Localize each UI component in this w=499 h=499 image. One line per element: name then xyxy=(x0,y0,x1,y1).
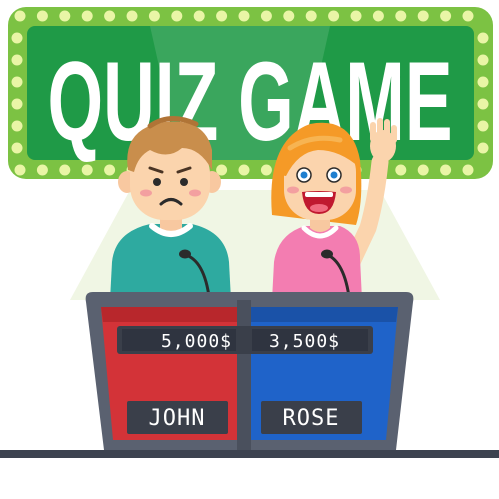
marquee-bulb xyxy=(36,164,48,176)
rose-tongue xyxy=(310,204,328,212)
marquee-bulb xyxy=(81,10,93,22)
marquee-bulb xyxy=(328,10,340,22)
marquee-bulb xyxy=(216,10,228,22)
marquee-bulb xyxy=(11,120,23,132)
marquee-bulb xyxy=(477,98,489,110)
marquee-bulb xyxy=(104,10,116,22)
john-eye-right xyxy=(180,178,188,186)
quiz-game-scene: QUIZ GAME 5,000$ 3,500$ JOHN ROSE xyxy=(0,7,499,458)
marquee-bulb xyxy=(260,10,272,22)
john-score: 5,000$ xyxy=(161,331,232,352)
marquee-bulb xyxy=(148,10,160,22)
marquee-bulb xyxy=(193,10,205,22)
rose-cheek-left xyxy=(287,186,299,194)
marquee-bulb xyxy=(372,10,384,22)
rose-teeth xyxy=(305,192,333,197)
john-cheek-right xyxy=(189,189,201,197)
marquee-bulb xyxy=(417,10,429,22)
john-eye-left xyxy=(153,178,161,186)
marquee-bulb xyxy=(104,164,116,176)
marquee-bulb xyxy=(462,164,474,176)
rose-score: 3,500$ xyxy=(269,331,340,352)
marquee-bulb xyxy=(36,10,48,22)
john-name: JOHN xyxy=(149,406,206,431)
rose-name: ROSE xyxy=(283,406,340,431)
marquee-bulb xyxy=(238,10,250,22)
marquee-bulb xyxy=(395,164,407,176)
marquee-bulb xyxy=(395,10,407,22)
john-cheek-left xyxy=(140,189,152,197)
marquee-bulb xyxy=(477,142,489,154)
marquee-bulb xyxy=(283,10,295,22)
podium-right-shade xyxy=(251,307,398,322)
marquee-bulb xyxy=(477,76,489,88)
marquee-bulb xyxy=(171,10,183,22)
marquee-bulb xyxy=(11,142,23,154)
stage-floor-line xyxy=(0,450,499,458)
rose-pupil-left xyxy=(300,171,308,179)
marquee-bulb xyxy=(350,10,362,22)
marquee-bulb xyxy=(417,164,429,176)
podium: 5,000$ 3,500$ JOHN ROSE xyxy=(85,292,414,450)
marquee-bulb xyxy=(440,10,452,22)
marquee-bulb xyxy=(11,98,23,110)
marquee-bulb xyxy=(477,54,489,66)
marquee-bulb xyxy=(477,120,489,132)
marquee-bulb xyxy=(59,164,71,176)
marquee-bulb xyxy=(11,32,23,44)
marquee-bulb xyxy=(477,32,489,44)
marquee-bulb xyxy=(305,10,317,22)
marquee-bulb xyxy=(260,164,272,176)
marquee-bulb xyxy=(11,76,23,88)
marquee-bulb xyxy=(238,164,250,176)
podium-divider xyxy=(237,300,251,450)
podium-left-shade xyxy=(101,307,237,322)
rose-pupil-right xyxy=(330,171,338,179)
marquee-bulb xyxy=(11,54,23,66)
marquee-bulb xyxy=(14,164,26,176)
marquee-bulb xyxy=(462,10,474,22)
marquee-bulb xyxy=(59,10,71,22)
marquee-bulb xyxy=(126,10,138,22)
quiz-game-sign: QUIZ GAME xyxy=(8,7,493,179)
marquee-bulb xyxy=(81,164,93,176)
rose-cheek-right xyxy=(340,186,352,194)
marquee-bulb xyxy=(14,10,26,22)
marquee-bulb xyxy=(440,164,452,176)
